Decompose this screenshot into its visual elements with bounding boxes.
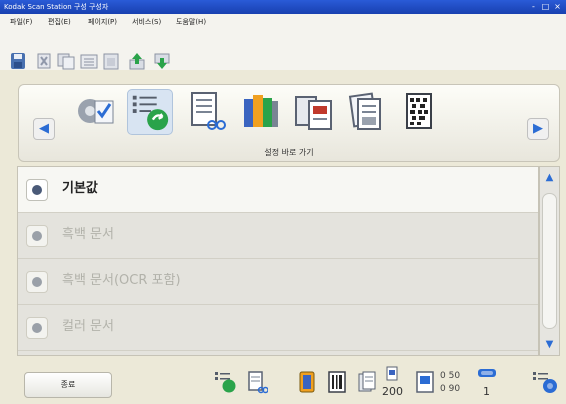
- toolbar: [0, 30, 566, 70]
- scroll-right-button[interactable]: ▶: [527, 118, 549, 140]
- maximize-button[interactable]: □: [540, 1, 551, 12]
- delete-icon[interactable]: [34, 52, 54, 70]
- window-title: Kodak Scan Station 구성 구성자: [4, 3, 109, 11]
- page-count-value: 1: [483, 385, 490, 398]
- network-share-icon[interactable]: [532, 370, 558, 394]
- radio-button[interactable]: [26, 179, 48, 201]
- export-icon[interactable]: [127, 52, 147, 70]
- radio-button[interactable]: [26, 225, 48, 247]
- radio-button[interactable]: [26, 271, 48, 293]
- document-link-icon[interactable]: [246, 370, 268, 394]
- documents-icon[interactable]: [291, 89, 337, 135]
- scroll-up-arrow-icon[interactable]: ▲: [542, 170, 557, 185]
- shortcut-strip-caption: 설정 바로 가기: [264, 148, 314, 157]
- minimize-button[interactable]: -: [528, 1, 539, 12]
- list-icon[interactable]: [79, 52, 99, 70]
- menu-service[interactable]: 서비스(S): [132, 14, 161, 30]
- scroll-left-button[interactable]: ◀: [33, 118, 55, 140]
- radio-dot-icon: [32, 323, 42, 333]
- radio-dot-icon: [32, 185, 42, 195]
- settings-shortcut-strip: ◀ ▶ 설정 바로 가기: [18, 84, 560, 162]
- scrollbar-thumb[interactable]: [542, 193, 557, 329]
- color-icon[interactable]: [296, 370, 318, 394]
- list-scrollbar[interactable]: ▲ ▼: [539, 166, 560, 356]
- profile-label: 흑백 문서(OCR 포함): [62, 273, 181, 288]
- document-page-icon[interactable]: [414, 370, 436, 394]
- profile-list: 기본값 흑백 문서 흑백 문서(OCR 포함) 컬러 문서: [17, 166, 539, 356]
- import-icon[interactable]: [152, 52, 172, 70]
- profile-row-bw-document[interactable]: 흑백 문서: [18, 213, 538, 259]
- scan-document-icon[interactable]: [344, 89, 390, 135]
- list-arrow-icon[interactable]: [127, 89, 173, 135]
- network-icon: [478, 369, 496, 377]
- copy-icon[interactable]: [56, 52, 76, 70]
- profile-label: 컬러 문서: [62, 319, 114, 334]
- radio-button[interactable]: [26, 317, 48, 339]
- radio-dot-icon: [32, 277, 42, 287]
- barcode-page-icon[interactable]: [396, 89, 442, 135]
- resolution-value: 200: [382, 385, 403, 398]
- profile-row-bw-ocr[interactable]: 흑백 문서(OCR 포함): [18, 259, 538, 305]
- profile-label: 흑백 문서: [62, 227, 114, 242]
- close-button[interactable]: ×: [552, 1, 563, 12]
- radio-dot-icon: [32, 231, 42, 241]
- stack-icon[interactable]: [356, 370, 378, 394]
- status-bar: 종료 200 0 50 0 90 1: [0, 362, 566, 404]
- save-icon[interactable]: [8, 52, 28, 70]
- count-top-value: 0 50: [440, 371, 461, 381]
- books-icon[interactable]: [238, 89, 284, 135]
- menu-bar: 파일(F) 편집(E) 페이지(P) 서비스(S) 도움말(H): [0, 14, 566, 30]
- profile-row-default[interactable]: 기본값: [18, 167, 538, 213]
- barcode-icon[interactable]: [326, 370, 348, 394]
- list-arrow-icon[interactable]: [214, 370, 236, 394]
- scroll-down-arrow-icon[interactable]: ▼: [542, 337, 557, 352]
- menu-page[interactable]: 페이지(P): [88, 14, 117, 30]
- document-link-icon[interactable]: [184, 89, 230, 135]
- title-bar: Kodak Scan Station 구성 구성자 - □ ×: [0, 0, 566, 14]
- menu-file[interactable]: 파일(F): [10, 14, 32, 30]
- menu-edit[interactable]: 편집(E): [48, 14, 71, 30]
- menu-help[interactable]: 도움말(H): [176, 14, 206, 30]
- profile-label: 기본값: [62, 181, 98, 196]
- settings-checklist-icon[interactable]: [73, 89, 119, 135]
- resolution-icon: [386, 366, 398, 381]
- paste-icon[interactable]: [101, 52, 121, 70]
- exit-button[interactable]: 종료: [24, 372, 112, 398]
- profile-row-color-document[interactable]: 컬러 문서: [18, 305, 538, 351]
- count-bottom-value: 0 90: [440, 384, 461, 394]
